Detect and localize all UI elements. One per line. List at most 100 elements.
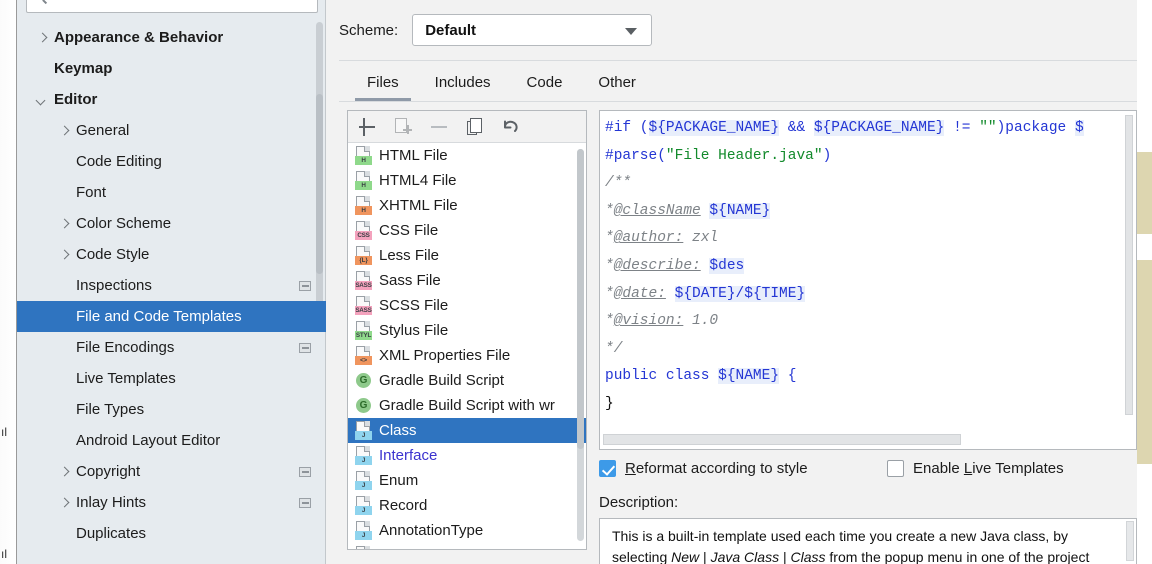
reformat-checkbox[interactable]: Reformat according to style — [599, 460, 808, 477]
editor-vscrollbar-track[interactable] — [1124, 112, 1135, 429]
list-item[interactable]: CSS CSS File — [348, 218, 586, 243]
chevron-right-icon[interactable] — [36, 32, 48, 44]
code-token: ${DATE} — [674, 285, 736, 302]
chevron-right-icon[interactable] — [58, 466, 70, 478]
gradle-icon: G — [355, 396, 372, 415]
sidebar-item-file-encodings[interactable]: File Encodings — [17, 332, 326, 363]
chevron-right-icon[interactable] — [58, 218, 70, 230]
editor-options-row: Reformat according to style Enable Live … — [599, 460, 1137, 482]
sidebar-item-label: Inspections — [76, 277, 152, 294]
list-item[interactable]: H HTML4 File — [348, 168, 586, 193]
list-item[interactable]: SASS Sass File — [348, 268, 586, 293]
code-token: public class — [605, 368, 719, 385]
add-template-button[interactable] — [356, 116, 378, 138]
xhtml-file-icon: H — [355, 196, 372, 215]
sidebar-item-label: Duplicates — [76, 525, 147, 542]
chevron-right-icon[interactable] — [58, 497, 70, 509]
reformat-checkbox-box[interactable] — [599, 460, 616, 477]
code-token: $des — [709, 257, 745, 274]
sidebar-item-android-layout-editor[interactable]: Android Layout Editor — [17, 425, 326, 456]
list-item[interactable]: J Interface — [348, 443, 586, 468]
sidebar-item-file-and-code-templates[interactable]: File and Code Templates — [17, 301, 326, 332]
editor-hscrollbar-thumb[interactable] — [603, 434, 961, 445]
sidebar-item-label: Android Layout Editor — [76, 432, 221, 449]
tab-files[interactable]: Files — [349, 68, 417, 101]
chevron-right-icon[interactable] — [58, 125, 70, 137]
sidebar-item-editor[interactable]: Editor — [17, 84, 326, 115]
sidebar-item-duplicates[interactable]: Duplicates — [17, 518, 326, 549]
list-item-label: HTML File — [379, 147, 448, 164]
list-item[interactable]: J Class — [348, 418, 586, 443]
list-item[interactable]: H HTML File — [348, 143, 586, 168]
code-token: "File Header.java" — [665, 147, 823, 164]
code-token: * — [605, 230, 614, 247]
sidebar-item-copyright[interactable]: Copyright — [17, 456, 326, 487]
sidebar-item-inspections[interactable]: Inspections — [17, 270, 326, 301]
code-token: /** — [605, 175, 632, 192]
list-item[interactable]: SASS SCSS File — [348, 293, 586, 318]
remove-template-button[interactable] — [428, 116, 450, 138]
chevron-right-icon[interactable] — [58, 249, 70, 261]
code-token: } — [605, 395, 614, 412]
live-templates-checkbox-box[interactable] — [887, 460, 904, 477]
sidebar-item-code-style[interactable]: Code Style — [17, 239, 326, 270]
code-token: ${TIME} — [744, 285, 806, 302]
scheme-label: Scheme: — [339, 21, 399, 39]
description-scrollbar-thumb[interactable] — [1126, 521, 1134, 561]
list-item[interactable]: H XHTML File — [348, 193, 586, 218]
code-token: @describe: — [613, 257, 701, 274]
editor-hscrollbar-track[interactable] — [601, 433, 1123, 448]
sidebar-item-inlay-hints[interactable]: Inlay Hints — [17, 487, 326, 518]
settings-dialog: Appearance & Behavior Keymap Editor General… — [16, 0, 1137, 564]
tabs-divider — [339, 101, 1137, 102]
sidebar-item-file-types[interactable]: File Types — [17, 394, 326, 425]
list-item-label: XHTML File — [379, 197, 458, 214]
sidebar-item-general[interactable]: General — [17, 115, 326, 146]
tab-code[interactable]: Code — [509, 68, 581, 101]
templates-list[interactable]: H HTML File H HTML4 File H XHTML File CSS CSS F… — [348, 143, 586, 549]
chevron-down-icon[interactable] — [36, 94, 48, 106]
sidebar-item-label: Code Style — [76, 246, 150, 263]
scheme-dropdown[interactable]: Default — [412, 14, 653, 46]
sidebar-item-live-templates[interactable]: Live Templates — [17, 363, 326, 394]
list-item[interactable]: G Gradle Build Script with wr — [348, 393, 586, 418]
description-text: This is a built-in template used each ti… — [612, 526, 1116, 564]
html-file-icon: H — [355, 146, 372, 165]
sidebar-item-color-scheme[interactable]: Color Scheme — [17, 208, 326, 239]
code-line: *@date: ${DATE}/${TIME} — [605, 281, 1120, 309]
template-code[interactable]: #if (${PACKAGE_NAME} && ${PACKAGE_NAME} … — [605, 115, 1120, 419]
list-item[interactable]: <> XML Properties File — [348, 343, 586, 368]
list-item-label: Less File — [379, 247, 440, 264]
templates-scrollbar-thumb[interactable] — [577, 149, 584, 449]
tab-other[interactable]: Other — [580, 68, 654, 101]
list-item-label: Enum — [379, 472, 419, 489]
settings-search-box[interactable] — [26, 0, 318, 13]
reset-template-button[interactable] — [500, 116, 522, 138]
editor-vscrollbar-thumb[interactable] — [1125, 115, 1133, 415]
code-token: * — [605, 257, 614, 274]
code-token: @date: — [613, 285, 666, 302]
add-child-template-button[interactable] — [392, 116, 414, 138]
config-indicator-icon — [299, 342, 311, 353]
sidebar-item-keymap[interactable]: Keymap — [17, 53, 326, 84]
sidebar-item-font[interactable]: Font — [17, 177, 326, 208]
sidebar-item-code-editing[interactable]: Code Editing — [17, 146, 326, 177]
list-item[interactable]: J AnnotationType — [348, 518, 586, 543]
template-editor[interactable]: #if (${PACKAGE_NAME} && ${PACKAGE_NAME} … — [599, 110, 1137, 450]
list-item[interactable]: Jpackage-info — [348, 543, 586, 549]
list-item-label: Sass File — [379, 272, 441, 289]
list-item-label: Class — [379, 422, 417, 439]
copy-template-button[interactable] — [464, 116, 486, 138]
list-item[interactable]: STYL Stylus File — [348, 318, 586, 343]
list-item[interactable]: {L} Less File — [348, 243, 586, 268]
tab-includes[interactable]: Includes — [417, 68, 509, 101]
list-item[interactable]: J Enum — [348, 468, 586, 493]
list-item[interactable]: G Gradle Build Script — [348, 368, 586, 393]
code-token: && — [779, 120, 814, 136]
java-class-icon: J — [355, 421, 372, 440]
java-record-icon: J — [355, 496, 372, 515]
list-item[interactable]: J Record — [348, 493, 586, 518]
sidebar-item-appearance-behavior[interactable]: Appearance & Behavior — [17, 22, 326, 53]
code-token: 1.0 — [683, 313, 719, 330]
live-templates-checkbox[interactable]: Enable Live Templates — [887, 460, 1064, 477]
